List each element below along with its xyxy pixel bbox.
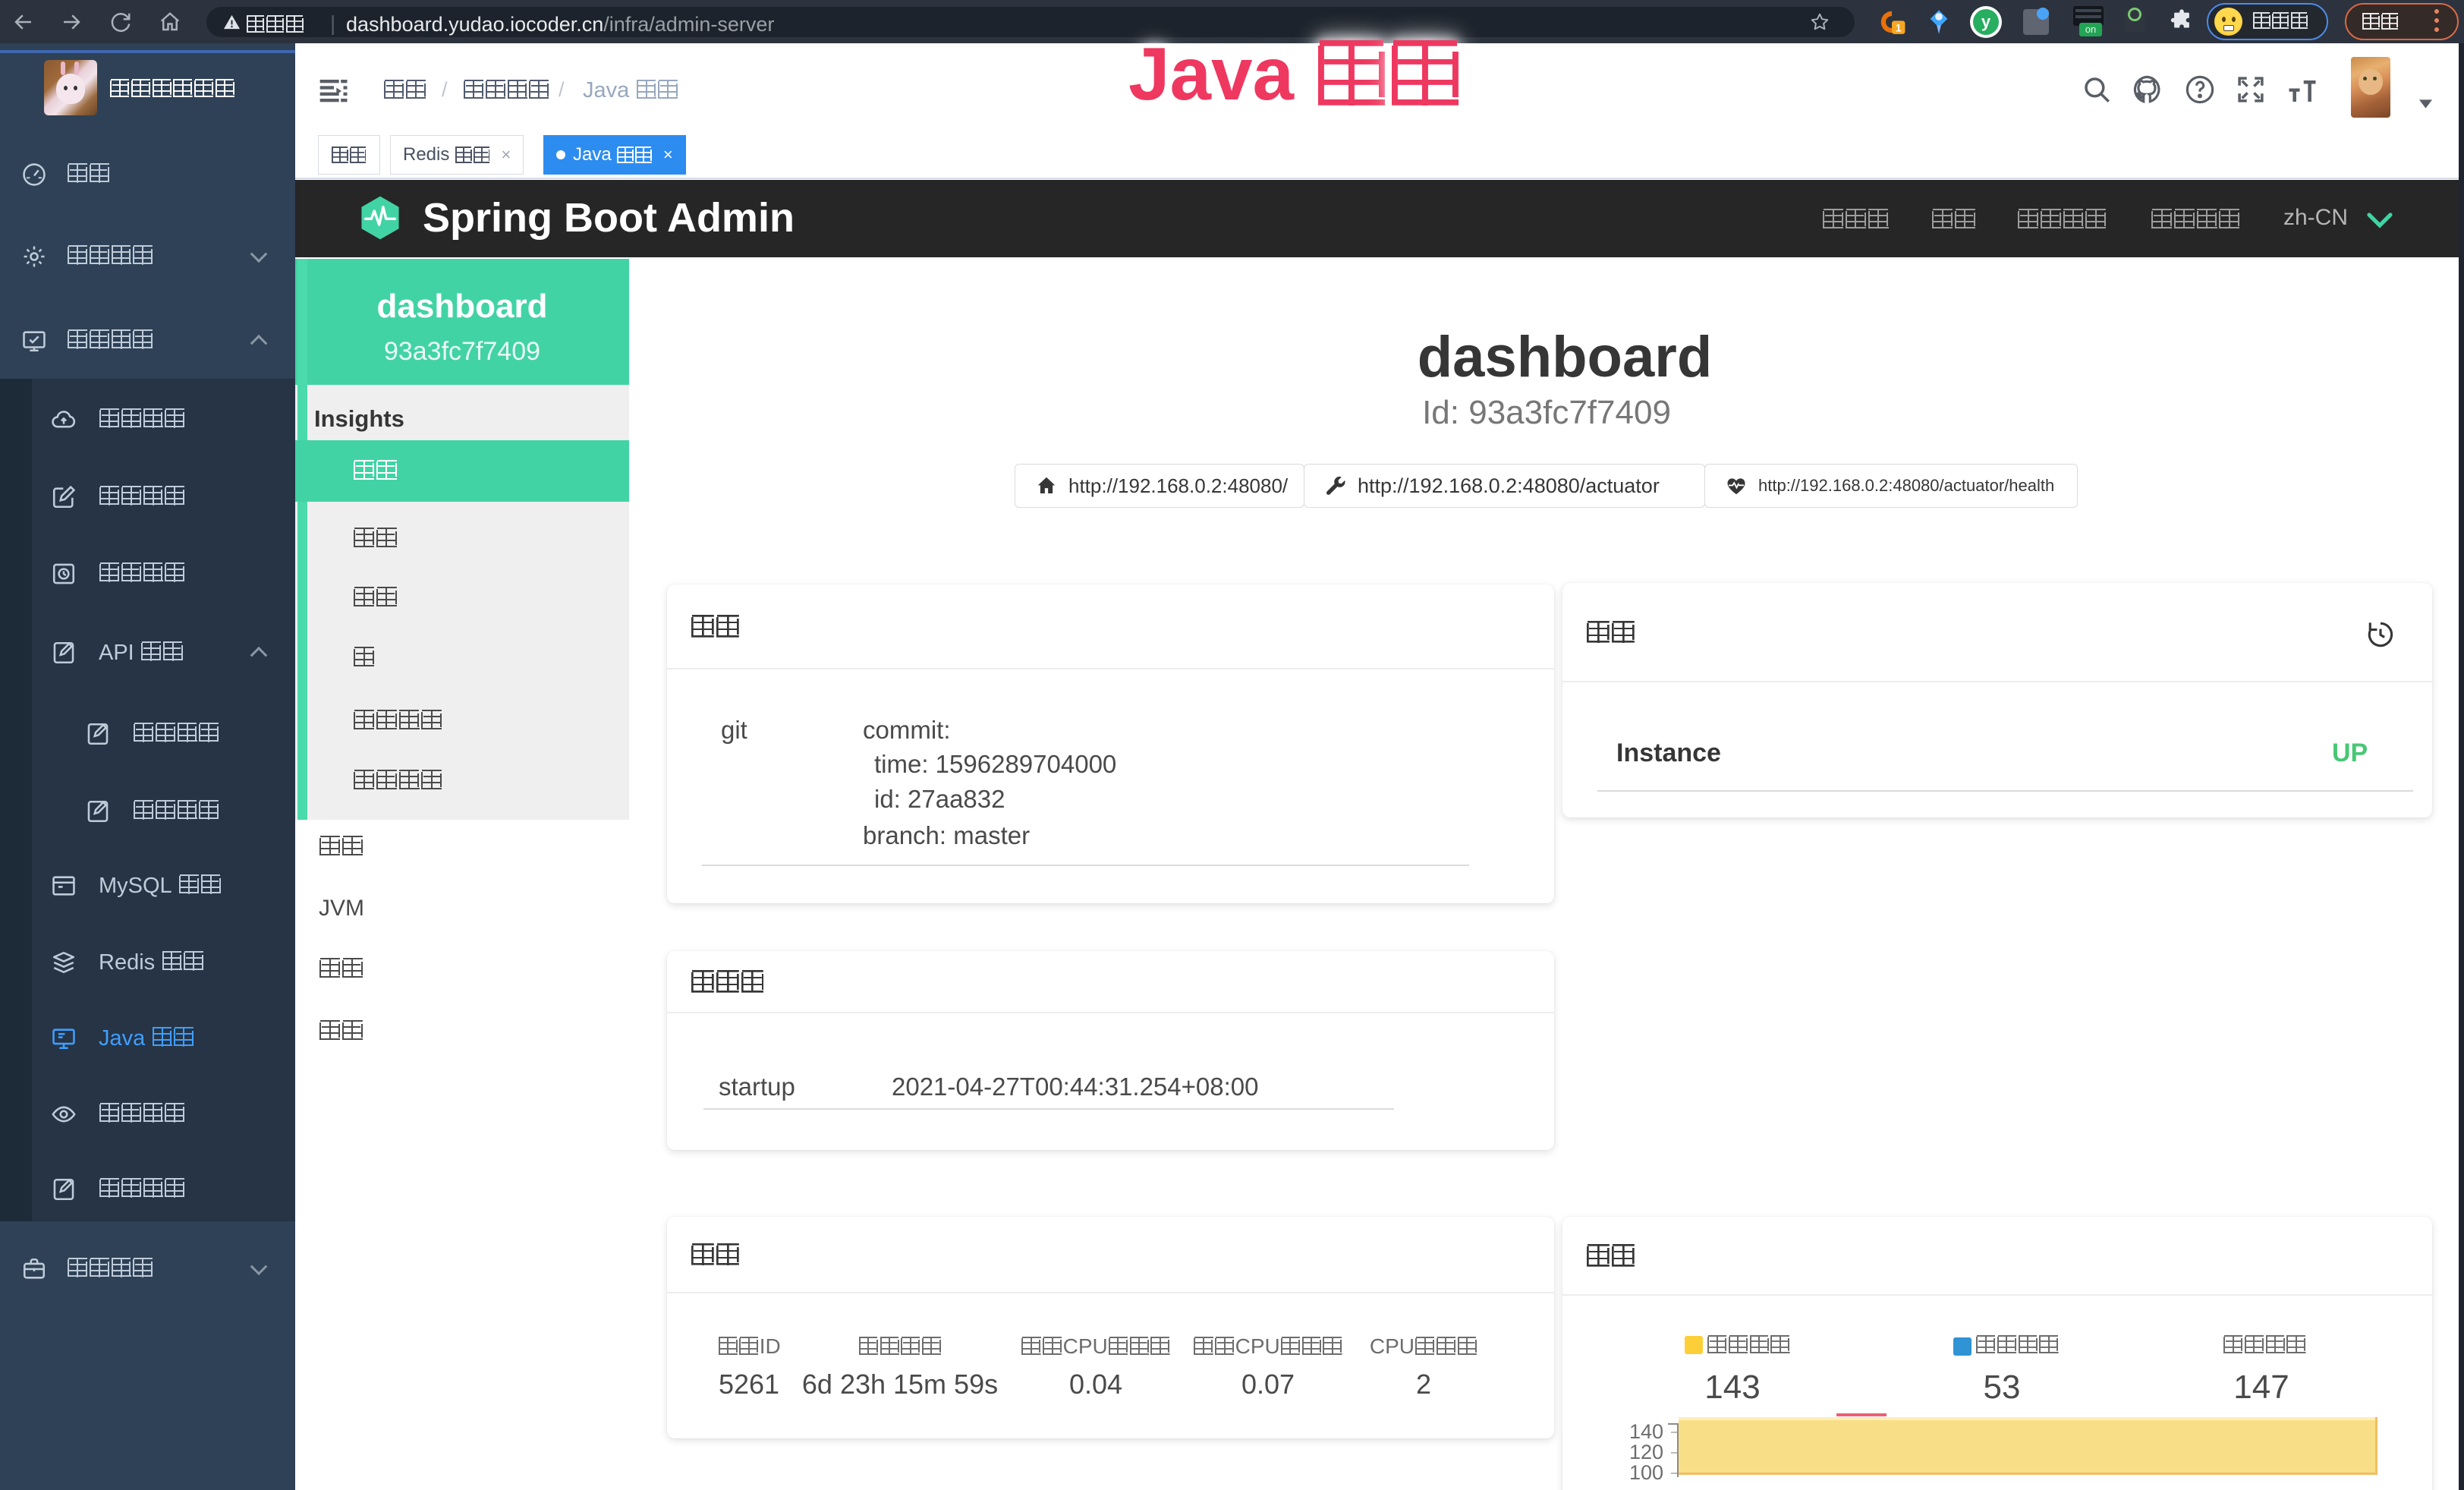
svg-text:1: 1 [1896, 23, 1902, 35]
